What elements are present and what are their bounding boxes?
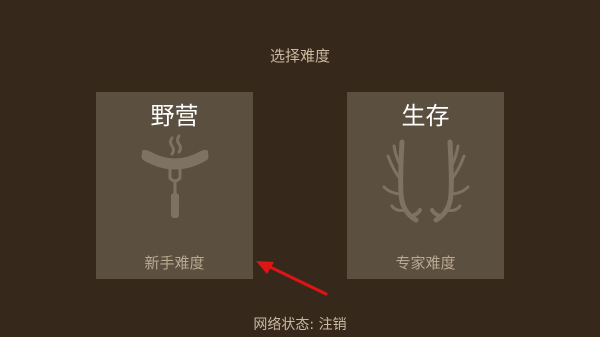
difficulty-card-camping[interactable]: 野营 新手难度 — [96, 92, 253, 279]
card-subtitle: 专家难度 — [395, 254, 456, 272]
card-subtitle: 新手难度 — [144, 254, 205, 272]
antlers-icon — [347, 132, 504, 227]
card-title: 野营 — [150, 102, 199, 130]
card-title: 生存 — [401, 102, 450, 130]
difficulty-card-survival[interactable]: 生存 专家难度 — [347, 92, 504, 279]
network-status-label: 网络状态: — [253, 317, 315, 333]
logout-link[interactable]: 注销 — [319, 317, 347, 333]
sausage-on-fork-icon — [96, 132, 253, 227]
difficulty-select-screen: 选择难度 野营 新手难度 生存 专家难度 网络状态: 注销 — [0, 0, 600, 337]
network-status: 网络状态: 注销 — [0, 314, 600, 334]
screen-title: 选择难度 — [269, 47, 330, 65]
